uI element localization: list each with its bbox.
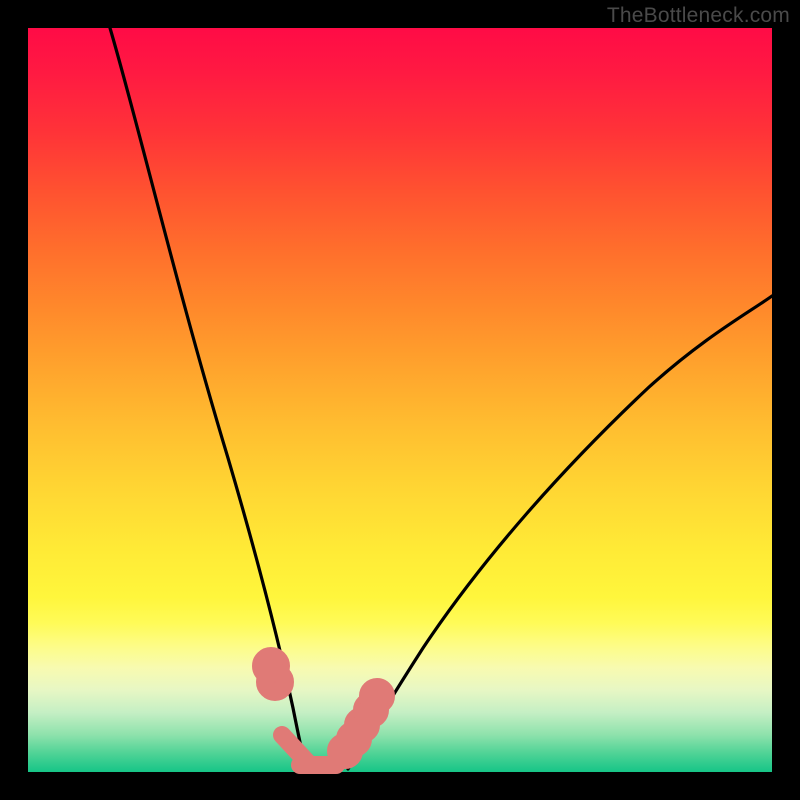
curve-layer (110, 28, 772, 769)
cluster-dot (265, 672, 285, 692)
cluster-layer (261, 656, 386, 765)
cluster-dot (368, 687, 386, 705)
plot-area (28, 28, 772, 772)
chart-svg (28, 28, 772, 772)
attribution-text: TheBottleneck.com (607, 4, 790, 28)
right-curve (348, 296, 772, 769)
chart-frame: TheBottleneck.com (0, 0, 800, 800)
